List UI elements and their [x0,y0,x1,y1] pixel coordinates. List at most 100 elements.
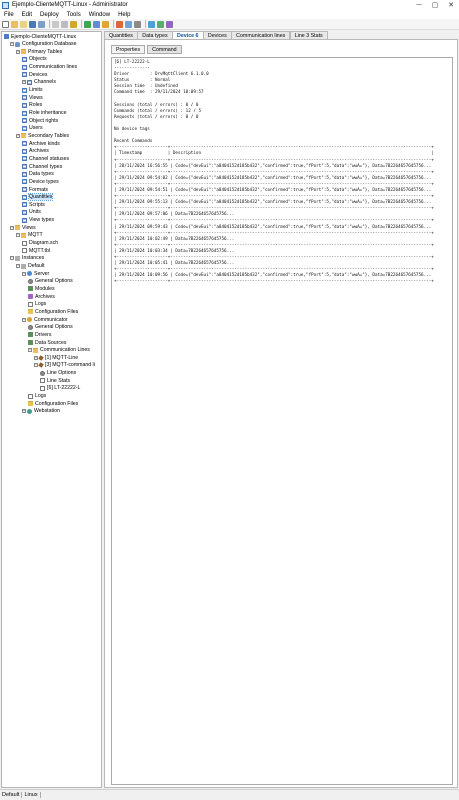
maximize-button[interactable]: ▢ [427,0,443,10]
tree-node[interactable]: + Webstation [22,408,60,415]
tree-node[interactable]: Logs [28,393,46,400]
tree-node[interactable]: Configuration Files [28,308,78,315]
tree-node[interactable]: Logs [28,301,46,308]
menu-edit[interactable]: Edit [18,12,36,18]
tree-node[interactable]: Configuration Files [28,400,78,407]
minimize-button[interactable]: ─ [411,0,427,10]
tree-node[interactable]: + [1] MQTT-Line [34,354,78,361]
tree-node[interactable]: Limits [22,87,43,94]
collapse-icon[interactable]: − [10,225,14,230]
tab-data-types[interactable]: Data types [137,31,173,39]
tree-node[interactable]: MQTT.tbl [22,247,50,254]
tree-node[interactable]: − Configuration Database [10,41,77,48]
new-file-icon[interactable] [2,20,9,28]
check-icon[interactable] [125,20,132,28]
tree-node[interactable]: Quantities [22,193,54,202]
tree-node[interactable]: [6] LT-22222-L [40,385,80,392]
tree-node[interactable]: Communication lines [22,64,77,71]
paste-icon[interactable] [70,20,77,28]
tree-node[interactable]: Drivers [28,331,51,338]
tab-device-6[interactable]: Device 6 [172,31,204,39]
tree-node[interactable]: Devices [22,71,47,78]
tab-communication-lines[interactable]: Communication lines [231,31,291,39]
collapse-icon[interactable]: − [10,256,14,261]
tree-node[interactable]: Data Sources [28,339,66,346]
tree-node[interactable]: Line Stats [40,377,70,384]
tree-node[interactable]: Channel types [22,163,62,170]
cut-icon[interactable] [52,20,59,28]
tree-node[interactable]: Archives [28,293,55,300]
collapse-icon[interactable]: − [16,264,20,268]
tab-quantities[interactable]: Quantities [104,31,138,39]
collapse-icon[interactable]: − [28,348,32,353]
add-icon[interactable] [84,20,91,28]
key-icon[interactable] [134,20,141,28]
menu-file[interactable]: File [0,12,18,18]
tree-node[interactable]: Role inheritance [22,110,67,117]
tree-node[interactable]: Objects [22,56,47,63]
save-all-icon[interactable] [38,20,45,28]
device-console[interactable]: [6] LT-22222-L -------------- Driver : Drv… [111,57,453,785]
tree-node[interactable]: Diagram.sch [22,240,58,247]
tab-line-3-stats[interactable]: Line 3 Stats [289,31,328,39]
tree-node-label: Server [34,270,50,277]
open-folder-icon[interactable] [11,20,18,28]
menu-help[interactable]: Help [114,12,134,18]
tree-node[interactable]: − Communicator [22,316,68,323]
tree-node[interactable]: − Server [22,270,49,277]
subtab-command[interactable]: Command [147,45,182,54]
table-icon [27,79,32,85]
subtab-properties[interactable]: Properties [111,45,146,54]
tree-node[interactable]: Channel statuses [22,155,69,162]
tree-node[interactable]: View types [22,217,54,224]
tree-node[interactable]: Users [22,125,43,132]
menu-window[interactable]: Window [85,12,114,18]
upload-icon[interactable] [157,20,164,28]
tree-node[interactable]: Scripts [22,201,45,208]
tree-node[interactable]: − Communication Lines [28,347,90,354]
tree-node[interactable]: General Options [28,324,73,331]
import-icon[interactable] [93,20,100,28]
collapse-icon[interactable]: − [16,49,20,54]
tree-node[interactable]: Modules [28,285,55,292]
tree-node[interactable]: Roles [22,102,42,109]
menu-deploy[interactable]: Deploy [36,12,63,18]
tree-node[interactable]: Views [22,94,43,101]
transfer-icon[interactable] [148,20,155,28]
tree-node[interactable]: Archive kinds [22,140,60,147]
tree-node[interactable]: General Options [28,278,73,285]
menu-tools[interactable]: Tools [63,12,85,18]
collapse-icon[interactable]: − [22,317,26,322]
settings-icon[interactable] [166,20,173,28]
tree-node[interactable]: − Secondary Tables [16,132,69,139]
copy-icon[interactable] [61,20,68,28]
collapse-icon[interactable]: − [22,271,26,276]
collapse-icon[interactable]: − [16,233,20,238]
tree-node[interactable]: Data types [22,171,54,178]
export-icon[interactable] [102,20,109,28]
tree-node[interactable]: Archives [22,148,49,155]
collapse-icon[interactable]: − [16,133,20,138]
expand-icon[interactable]: + [22,409,26,414]
open-project-icon[interactable] [20,20,27,28]
tree-node[interactable]: + Channels [22,79,56,86]
tree-node[interactable]: − [3] MQTT-command li [34,362,95,369]
tree-node[interactable]: − Views [10,224,36,231]
tree-node[interactable]: Line Options [40,370,76,377]
tree-node[interactable]: Units [22,209,41,216]
tree-node[interactable]: Device types [22,178,59,185]
tree-node[interactable]: Ejemplo-ClienteMQTT-Linux [4,33,76,40]
expand-icon[interactable]: + [22,80,26,85]
save-icon[interactable] [29,20,36,28]
tree-node[interactable]: − Primary Tables [16,48,62,55]
tree-node[interactable]: − Instances [10,255,44,262]
tab-devices[interactable]: Devices [202,31,232,39]
edit-icon[interactable] [116,20,123,28]
tree-node[interactable]: − MQTT [16,232,43,239]
tree-node[interactable]: Object rights [22,117,58,124]
explorer-tree[interactable]: Ejemplo-ClienteMQTT-Linux − Configuration … [1,31,102,788]
tree-node[interactable]: − Default [16,263,44,270]
close-button[interactable]: ✕ [443,0,459,10]
tree-node[interactable]: Formats [22,186,48,193]
collapse-icon[interactable]: − [10,42,14,47]
